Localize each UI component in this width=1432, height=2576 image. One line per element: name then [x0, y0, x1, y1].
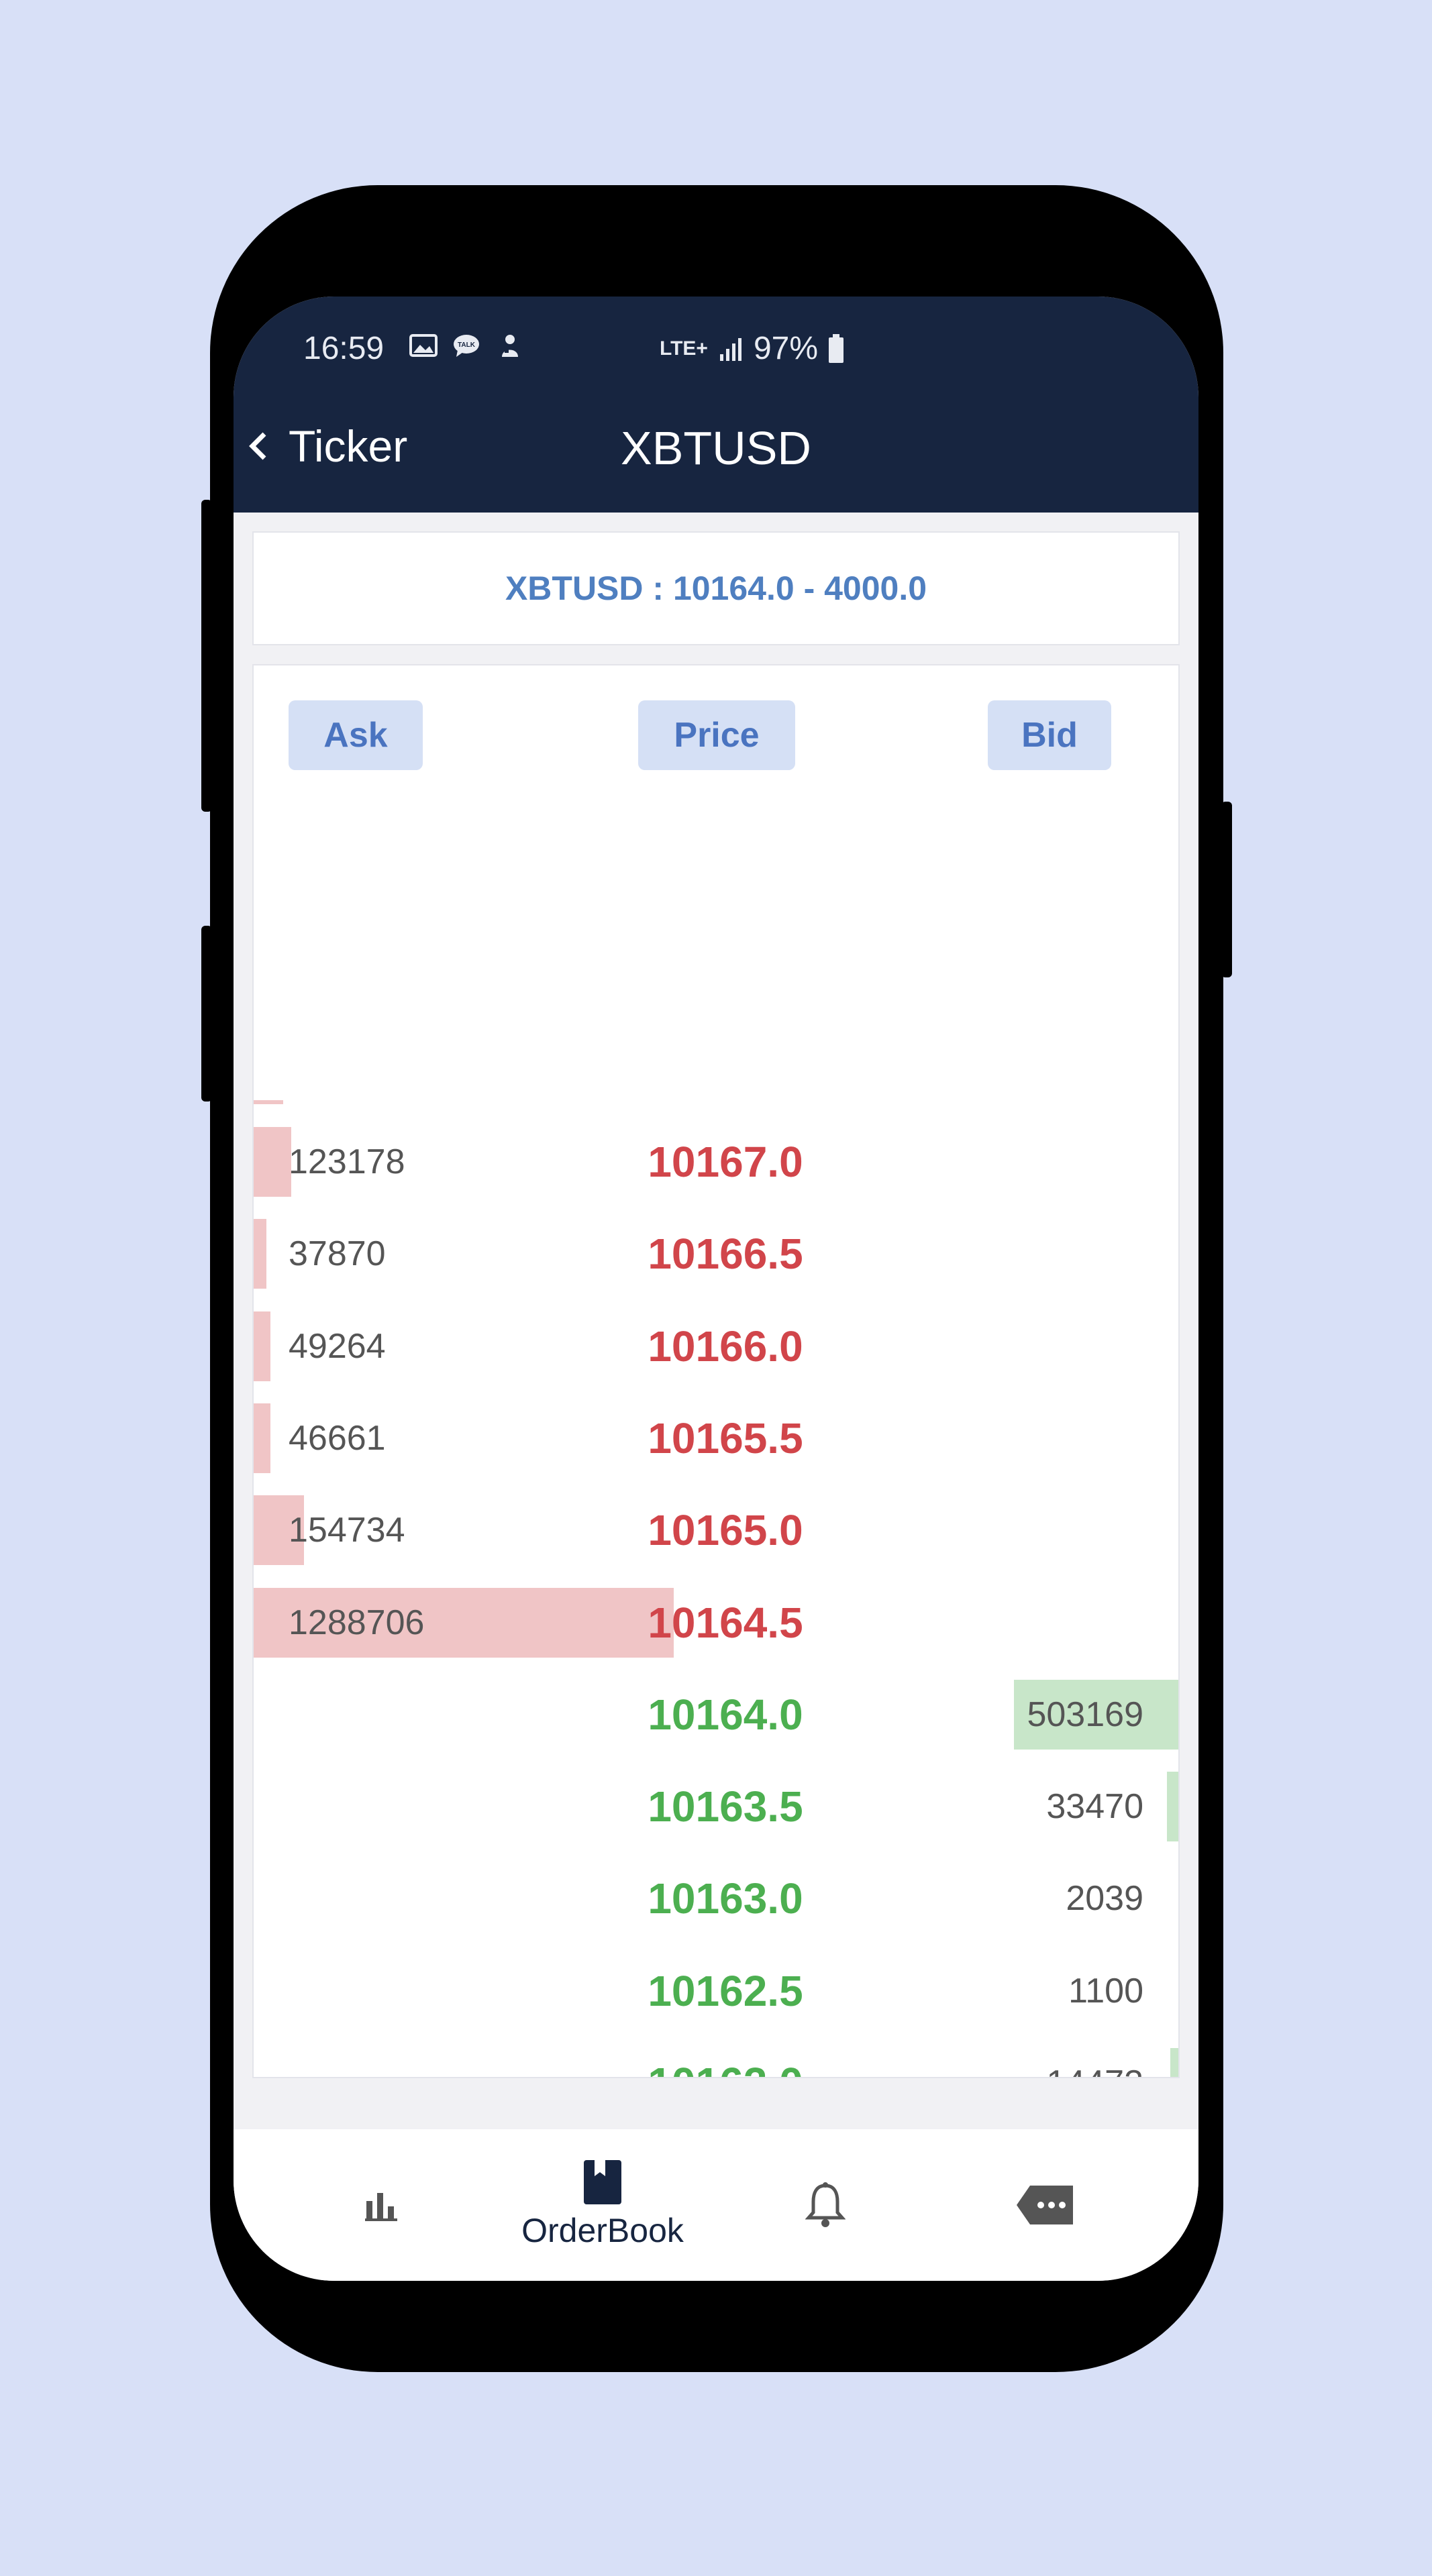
- volume-button: [201, 500, 212, 812]
- ask-price: 10165.0: [648, 1506, 803, 1555]
- bar-chart-icon: [365, 2193, 397, 2221]
- bid-row[interactable]: 2039 10163.0: [254, 1853, 1178, 1945]
- ask-depth-bar: [254, 1403, 271, 1473]
- ask-depth-bar-clipped: [254, 1100, 283, 1104]
- ask-quantity: 154734: [289, 1511, 405, 1550]
- bottom-nav: OrderBook: [234, 2129, 1198, 2281]
- bid-price: 10163.5: [648, 1782, 803, 1831]
- bid-price: 10163.0: [648, 1874, 803, 1923]
- nav-more[interactable]: [931, 2129, 1160, 2281]
- bid-price: 10162.5: [648, 1966, 803, 2015]
- ask-price: 10164.5: [648, 1598, 803, 1647]
- price-column-button[interactable]: Price: [638, 700, 795, 770]
- ask-quantity: 46661: [289, 1418, 386, 1458]
- ticker-summary: XBTUSD : 10164.0 - 4000.0: [252, 531, 1180, 645]
- bid-depth-bar: [1166, 1772, 1178, 1842]
- bell-icon: [805, 2182, 846, 2227]
- svg-text:TALK: TALK: [458, 341, 476, 349]
- status-system: LTE+ 97%: [660, 330, 845, 367]
- ask-quantity: 49264: [289, 1326, 386, 1366]
- more-tag-icon: [1017, 2186, 1073, 2224]
- bid-quantity: 14473: [1046, 2037, 1143, 2077]
- ask-price: 10167.0: [648, 1138, 803, 1186]
- bid-quantity: 503169: [1027, 1695, 1143, 1734]
- bookmark-book-icon: [584, 2160, 621, 2204]
- ask-depth-bar: [254, 1219, 266, 1289]
- ask-column-button[interactable]: Ask: [289, 700, 423, 770]
- ask-quantity: 37870: [289, 1234, 386, 1274]
- page-title: XBTUSD: [621, 422, 811, 474]
- bid-quantity: 1100: [1068, 1971, 1143, 2010]
- nav-alerts[interactable]: [711, 2129, 939, 2281]
- ask-price: 10165.5: [648, 1413, 803, 1462]
- bid-row[interactable]: 33470 10163.5: [254, 1761, 1178, 1853]
- signal-icon: [719, 337, 741, 361]
- ask-row[interactable]: 123178 10167.0: [254, 1116, 1178, 1208]
- bid-column-button[interactable]: Bid: [988, 700, 1111, 770]
- ask-quantity: 1288706: [289, 1603, 425, 1642]
- power-button: [1221, 802, 1232, 977]
- bid-row[interactable]: 1100 10162.5: [254, 1945, 1178, 2037]
- bid-row[interactable]: 14473 10162.0: [254, 2037, 1178, 2077]
- bid-price: 10164.0: [648, 1690, 803, 1739]
- ask-depth-bar: [254, 1311, 271, 1381]
- status-time: 16:59: [303, 331, 385, 366]
- bid-quantity: 2039: [1066, 1879, 1143, 1919]
- battery-percent: 97%: [753, 331, 819, 366]
- bid-depth-bar: [1170, 2048, 1178, 2077]
- bid-quantity: 33470: [1046, 1787, 1143, 1827]
- ask-row[interactable]: 154734 10165.0: [254, 1485, 1178, 1576]
- ask-row[interactable]: 1288706 10164.5: [254, 1577, 1178, 1669]
- order-book: Ask Price Bid 123178 10167.0 37870 10166.5 4…: [252, 664, 1180, 2078]
- talk-icon: TALK: [454, 335, 479, 357]
- ask-row[interactable]: 37870 10166.5: [254, 1208, 1178, 1300]
- bixby-button: [201, 926, 212, 1102]
- person-icon: [502, 335, 518, 357]
- nav-orderbook[interactable]: OrderBook: [489, 2129, 717, 2281]
- status-notification-icons: TALK: [409, 333, 523, 358]
- bid-row[interactable]: 503169 10164.0: [254, 1669, 1178, 1761]
- nav-orderbook-label: OrderBook: [521, 2212, 684, 2249]
- ask-depth-bar: [254, 1127, 292, 1197]
- app-header: 16:59 TALK LTE+ 97% Ticker XBTUSD: [234, 297, 1198, 513]
- phone-screen: 16:59 TALK LTE+ 97% Ticker XBTUSD XBTUSD…: [234, 297, 1198, 2281]
- ask-price: 10166.0: [648, 1322, 803, 1371]
- ask-row[interactable]: 49264 10166.0: [254, 1301, 1178, 1393]
- ask-price: 10166.5: [648, 1230, 803, 1279]
- network-label: LTE+: [660, 337, 708, 360]
- battery-icon: [829, 333, 844, 363]
- ask-row[interactable]: 46661 10165.5: [254, 1393, 1178, 1485]
- ask-quantity: 123178: [289, 1142, 405, 1181]
- bid-price: 10162.0: [618, 2037, 833, 2077]
- image-icon: [409, 334, 438, 357]
- nav-chart[interactable]: [267, 2129, 495, 2281]
